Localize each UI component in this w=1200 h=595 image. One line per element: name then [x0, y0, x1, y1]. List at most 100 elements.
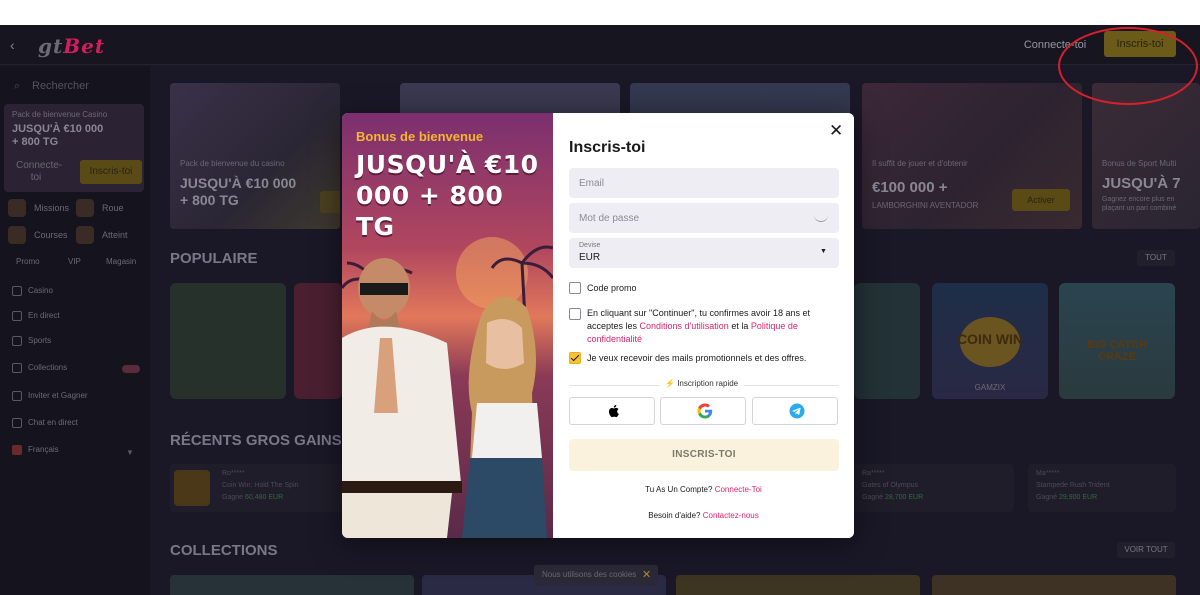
close-icon[interactable]: ✕: [829, 121, 843, 141]
win-game: Stampede Rush Trident: [1036, 482, 1110, 489]
sidebar-tab-vip[interactable]: VIP: [68, 257, 81, 266]
game-provider: GAMZIX: [974, 383, 1006, 392]
activate-button[interactable]: Activer: [1012, 189, 1070, 211]
race-icon: [8, 226, 26, 244]
game-tile-big-catch[interactable]: BIG CATCH CRAZE: [1059, 283, 1175, 399]
currency-select[interactable]: Devise EUR ▼: [569, 238, 839, 268]
search-placeholder: Rechercher: [32, 80, 89, 92]
banner-button[interactable]: [320, 191, 340, 213]
sidebar-item-casino[interactable]: Casino: [12, 284, 53, 298]
win-card[interactable]: Ma***** Stampede Rush Trident Gagné 29,9…: [1028, 464, 1176, 512]
casino-icon: [12, 286, 22, 296]
item-label: Sports: [28, 336, 52, 345]
password-field[interactable]: [569, 203, 839, 233]
item-label: En direct: [28, 311, 60, 320]
apple-signup-button[interactable]: [569, 397, 655, 425]
sidebar-item-collections[interactable]: Collections: [12, 361, 67, 375]
collection-tile[interactable]: [170, 575, 414, 595]
terms-checkbox[interactable]: [569, 308, 581, 320]
google-icon: [697, 403, 713, 419]
game-tile[interactable]: [170, 283, 286, 399]
collections-all-button[interactable]: VOIR TOUT: [1117, 542, 1175, 558]
annotation-circle: [1058, 27, 1198, 105]
sidebar-item-invite[interactable]: Inviter et Gagner: [12, 389, 88, 403]
collections-icon: [12, 363, 22, 373]
promo-code-label: Code promo: [587, 283, 637, 293]
win-label: Gagné: [1036, 494, 1058, 501]
sidebar-promo-card[interactable]: Pack de bienvenue Casino JUSQU'À €10 000…: [4, 104, 144, 192]
promo-connect-button[interactable]: Connecte-toi: [16, 160, 62, 184]
item-label: Chat en direct: [28, 418, 78, 427]
win-amount: 29,900 EUR: [1058, 494, 1098, 501]
game-tile-coin-win[interactable]: COIN WIN GAMZIX: [932, 283, 1048, 399]
tile-label: Atteint: [102, 230, 128, 240]
banner-subtitle: Pack de bienvenue du casino: [180, 159, 285, 168]
sidebar-tile-atteint[interactable]: Atteint: [72, 223, 138, 247]
collections-title: COLLECTIONS: [170, 542, 278, 559]
banner-lamborghini[interactable]: Il suffit de jouer et d'obtenir €100 000…: [862, 83, 1082, 229]
help-prompt-text: Besoin d'aide?: [648, 511, 701, 520]
close-icon[interactable]: ✕: [642, 565, 651, 585]
game-tile[interactable]: [294, 283, 342, 399]
sidebar-item-sports[interactable]: Sports: [12, 334, 51, 348]
contact-link[interactable]: Contactez-nous: [703, 511, 759, 520]
form-title: Inscris-toi: [569, 139, 646, 156]
item-label: Français: [28, 445, 59, 454]
login-link[interactable]: Connecte-Toi: [715, 485, 762, 494]
sidebar-tile-courses[interactable]: Courses: [4, 223, 70, 247]
banner-casino-welcome[interactable]: Pack de bienvenue du casino JUSQU'À €10 …: [170, 83, 340, 229]
win-card[interactable]: Ro***** Coin Win: Hold The Spin Gagné 60…: [170, 464, 342, 512]
terms-mid: et la: [728, 321, 751, 331]
chevron-down-icon[interactable]: ▼: [126, 448, 134, 457]
terms-link[interactable]: Conditions d'utilisation: [640, 321, 729, 331]
flag-icon: [12, 445, 22, 455]
email-field[interactable]: [569, 168, 839, 198]
sports-icon: [12, 336, 22, 346]
sidebar-item-chat[interactable]: Chat en direct: [12, 416, 78, 430]
top-white-strip: [0, 0, 1200, 25]
wins-title: RÉCENTS GROS GAINS: [170, 432, 342, 449]
item-label: Casino: [28, 286, 53, 295]
apple-icon: [608, 404, 619, 418]
sidebar-tile-missions[interactable]: Missions: [4, 196, 70, 220]
login-prompt-text: Tu As Un Compte?: [645, 485, 713, 494]
submit-signup-button[interactable]: INSCRIS-TOI: [569, 439, 839, 471]
sidebar-tab-promo[interactable]: Promo: [16, 257, 40, 266]
tile-label: Missions: [34, 203, 70, 213]
win-card[interactable]: Ra***** Gates of Olympus Gagné 28,700 EU…: [854, 464, 1014, 512]
collection-tile[interactable]: [932, 575, 1176, 595]
search-input[interactable]: ⌕ Rechercher: [6, 76, 144, 96]
banner-line2: Gagnez encore plus en plaçant un pari co…: [1102, 196, 1177, 212]
banner-line2: LAMBORGHINI AVENTADOR: [872, 201, 979, 210]
game-tile[interactable]: [854, 283, 920, 399]
promo-signup-button[interactable]: Inscris-toi: [80, 160, 142, 184]
telegram-signup-button[interactable]: [752, 397, 838, 425]
bonus-headline: JUSQU'À €10 000 + 800 TG: [356, 150, 539, 241]
quick-signup-label: ⚡ Inscription rapide: [659, 379, 745, 388]
google-signup-button[interactable]: [660, 397, 746, 425]
win-game: Coin Win: Hold The Spin: [222, 482, 299, 489]
banner-subtitle: Bonus de Sport Multi: [1102, 159, 1177, 168]
game-title: BIG CATCH CRAZE: [1086, 339, 1148, 363]
sidebar-tile-roue[interactable]: Roue: [72, 196, 138, 220]
collection-tile[interactable]: [676, 575, 920, 595]
sidebar-tab-magasin[interactable]: Magasin: [106, 257, 136, 266]
app-window: ‹ gtBet Connecte-toi Inscris-toi ⌕ Reche…: [0, 25, 1200, 595]
popular-all-button[interactable]: TOUT: [1137, 250, 1175, 266]
currency-label: Devise: [579, 242, 601, 249]
chevron-left-icon[interactable]: ‹: [10, 37, 15, 53]
logo[interactable]: gtBet: [38, 34, 105, 58]
sidebar-item-language[interactable]: Français: [12, 443, 59, 457]
win-user: Ra*****: [862, 470, 885, 477]
win-label: Gagné: [222, 494, 244, 501]
banner-sport[interactable]: Bonus de Sport Multi JUSQU'À 7 Gagnez en…: [1092, 83, 1200, 229]
terms-text: En cliquant sur "Continuer", tu confirme…: [587, 307, 827, 346]
promo-code-checkbox[interactable]: [569, 282, 581, 294]
help-prompt: Besoin d'aide? Contactez-nous: [553, 511, 854, 520]
sidebar-item-live[interactable]: En direct: [12, 309, 60, 323]
marketing-checkbox[interactable]: [569, 352, 581, 364]
bolt-icon: ⚡: [665, 379, 675, 388]
cookie-text: Nous utilisons des cookies: [542, 570, 637, 579]
caret-down-icon: ▼: [820, 248, 827, 255]
tile-label: Roue: [102, 203, 124, 213]
